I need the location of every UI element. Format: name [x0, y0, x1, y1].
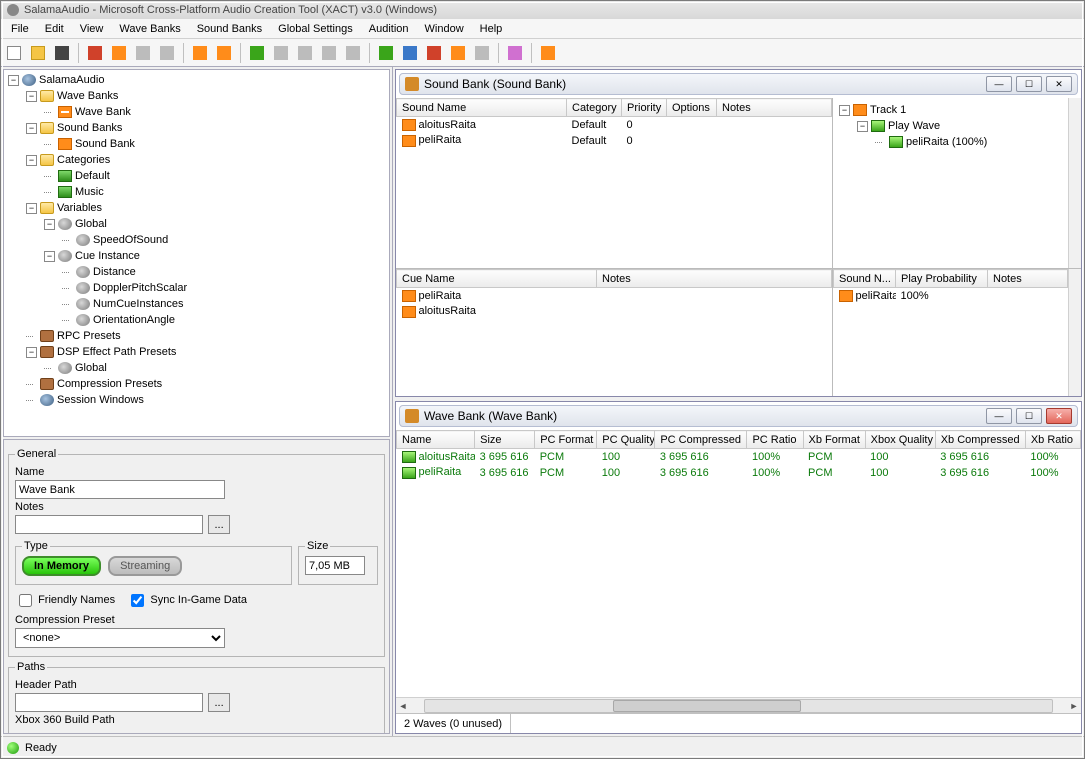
scroll-left-icon[interactable]: ◄ — [396, 699, 410, 713]
scroll-track[interactable] — [424, 699, 1053, 713]
cue-list[interactable]: Cue Name Notes peliRaita aloitusRaita — [396, 269, 832, 320]
h-scrollbar[interactable]: ◄ ► — [396, 697, 1081, 713]
cue-icon — [402, 306, 416, 318]
app-window: SalamaAudio - Microsoft Cross-Platform A… — [0, 0, 1085, 759]
scroll-right-icon[interactable]: ► — [1067, 699, 1081, 713]
cue-row[interactable]: aloitusRaita — [397, 304, 832, 320]
scroll-thumb[interactable] — [613, 700, 801, 712]
mdi-area: Sound Bank (Sound Bank) — ☐ ✕ Sound Name — [393, 67, 1084, 736]
sound-bank-window: Sound Bank (Sound Bank) — ☐ ✕ Sound Name — [395, 69, 1082, 397]
client-area: −SalamaAudio −Wave Banks Wave Bank −Soun… — [1, 67, 1084, 736]
